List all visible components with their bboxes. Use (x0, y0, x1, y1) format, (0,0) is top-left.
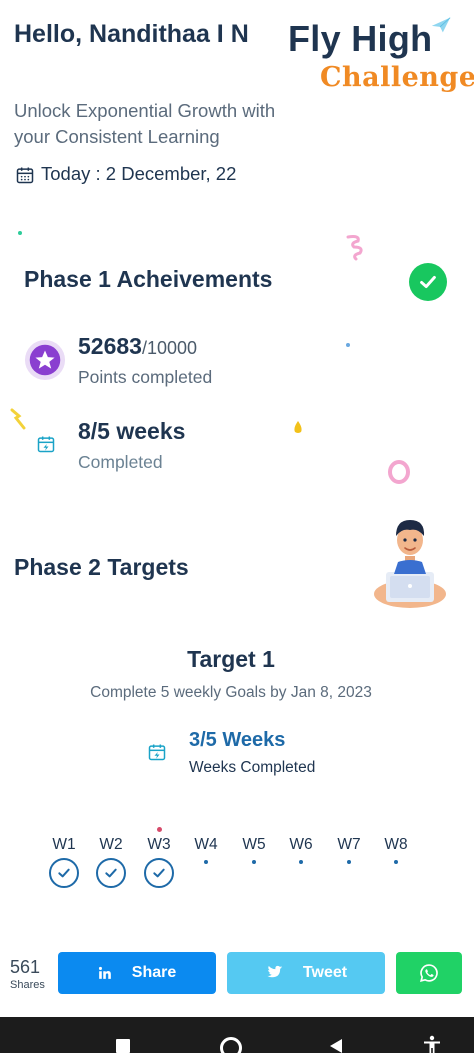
week-tracker: W1 W2 W3 W4 W5 W6 W7 W8 (42, 836, 442, 896)
week-item-2: W2 (89, 836, 133, 888)
week-item-3: W3 (137, 836, 181, 888)
whatsapp-icon (419, 963, 439, 983)
week-item-5: W5 (232, 836, 276, 864)
week-label: W8 (384, 836, 408, 853)
linkedin-share-button[interactable]: Share (58, 952, 216, 994)
target-description: Complete 5 weekly Goals by Jan 8, 2023 (90, 684, 372, 701)
week-label: W1 (52, 836, 76, 853)
logo-challenge: Challenge (320, 62, 474, 93)
back-button[interactable] (328, 1038, 344, 1053)
week-pending-dot (347, 860, 351, 864)
weeks-value: 8/5 weeks (78, 418, 186, 444)
whatsapp-share-button[interactable] (396, 952, 462, 994)
points-value: 52683/10000 (78, 333, 197, 360)
accessibility-icon[interactable] (422, 1035, 442, 1053)
target-progress-label: Weeks Completed (189, 759, 316, 776)
logo-fly-high: Fly High (288, 18, 433, 59)
week-check-icon (96, 858, 126, 888)
week-item-4: W4 (184, 836, 228, 864)
star-badge-icon (24, 339, 66, 381)
week-check-icon (49, 858, 79, 888)
home-button[interactable] (220, 1037, 242, 1053)
share-count-label: Shares (10, 979, 45, 991)
calendar-icon (16, 167, 34, 184)
learner-avatar (374, 520, 446, 608)
calendar-bolt-icon (148, 744, 166, 761)
twitter-tweet-button[interactable]: Tweet (227, 952, 385, 994)
twitter-icon (265, 965, 283, 981)
confetti-drop (294, 421, 302, 433)
phase2-title: Phase 2 Targets (14, 554, 189, 580)
current-week-marker (157, 827, 162, 832)
week-item-8: W8 (374, 836, 418, 864)
confetti-dot (18, 231, 22, 235)
target-title: Target 1 (187, 646, 275, 672)
recent-apps-button[interactable] (116, 1039, 130, 1053)
system-navigation-bar (0, 1017, 474, 1053)
airplane-icon (431, 17, 451, 33)
week-pending-dot (252, 860, 256, 864)
check-icon (409, 263, 447, 301)
week-label: W3 (147, 836, 171, 853)
week-pending-dot (394, 860, 398, 864)
target-progress-value: 3/5 Weeks (189, 729, 286, 751)
week-label: W4 (194, 836, 218, 853)
points-total: /10000 (141, 338, 198, 358)
week-pending-dot (204, 860, 208, 864)
calendar-bolt-icon (37, 436, 55, 453)
points-earned: 52683 (78, 333, 142, 359)
phase1-title: Phase 1 Acheivements (24, 266, 273, 292)
today-date: Today : 2 December, 22 (41, 163, 237, 184)
week-label: W2 (99, 836, 123, 853)
confetti-streamer (10, 408, 26, 430)
tagline: Unlock Exponential Growth with your Cons… (14, 100, 276, 147)
week-check-icon (144, 858, 174, 888)
week-pending-dot (299, 860, 303, 864)
linkedin-share-label: Share (131, 964, 177, 981)
week-label: W7 (337, 836, 361, 853)
week-item-6: W6 (279, 836, 323, 864)
confetti-ring (388, 460, 410, 484)
greeting-heading: Hello, Nandithaa I N (14, 20, 249, 48)
weeks-label: Completed (78, 452, 163, 472)
points-label: Points completed (78, 367, 213, 387)
week-item-7: W7 (327, 836, 371, 864)
confetti-spiral (346, 235, 363, 261)
week-item-1: W1 (42, 836, 86, 888)
share-count: 561 (10, 957, 41, 977)
linkedin-icon (98, 966, 112, 980)
week-label: W6 (289, 836, 313, 853)
confetti-dot (346, 343, 350, 347)
twitter-tweet-label: Tweet (302, 964, 348, 981)
week-label: W5 (242, 836, 266, 853)
